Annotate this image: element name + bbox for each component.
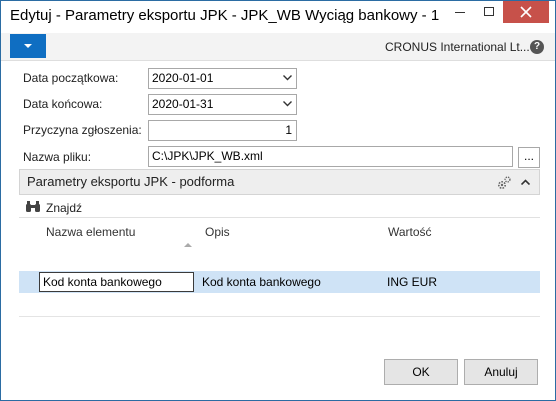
cell-value[interactable]: ING EUR xyxy=(387,275,437,289)
file-name-field[interactable]: C:\JPK\JPK_WB.xml xyxy=(148,146,513,167)
subform-toolbar: Znajdź xyxy=(19,196,540,218)
help-icon[interactable]: ? xyxy=(530,40,544,54)
window-title: Edytuj - Parametry eksportu JPK - JPK_WB… xyxy=(10,7,440,24)
end-date-value: 2020-01-31 xyxy=(152,97,214,111)
cell-element-name[interactable]: Kod konta bankowego xyxy=(39,272,194,292)
cancel-button[interactable]: Anuluj xyxy=(464,359,538,385)
company-name: CRONUS International Lt... xyxy=(385,40,530,54)
end-date-label: Data końcowa: xyxy=(23,97,103,111)
maximize-button[interactable] xyxy=(475,1,503,23)
cell-description[interactable]: Kod konta bankowego xyxy=(202,275,321,289)
find-button[interactable]: Znajdź xyxy=(46,201,82,215)
subform-title: Parametry eksportu JPK - podforma xyxy=(27,174,235,189)
column-header-element-name[interactable]: Nazwa elementu xyxy=(46,225,135,239)
start-date-value: 2020-01-01 xyxy=(152,71,214,85)
ok-button[interactable]: OK xyxy=(384,359,458,385)
reason-label: Przyczyna zgłoszenia: xyxy=(23,123,142,137)
column-header-value[interactable]: Wartość xyxy=(388,225,432,239)
subform-divider xyxy=(19,316,540,317)
column-header-description[interactable]: Opis xyxy=(205,225,230,239)
minimize-icon xyxy=(455,12,465,13)
file-name-label: Nazwa pliku: xyxy=(23,150,92,164)
chevron-down-icon[interactable] xyxy=(283,101,292,107)
file-browse-button[interactable]: ... xyxy=(518,147,540,168)
close-icon xyxy=(520,6,532,18)
actions-menu-button[interactable] xyxy=(10,34,46,58)
close-button[interactable] xyxy=(503,1,549,23)
minimize-button[interactable] xyxy=(445,1,475,23)
start-date-field[interactable]: 2020-01-01 xyxy=(148,68,297,89)
chevron-up-icon[interactable] xyxy=(521,179,530,185)
reason-field[interactable]: 1 xyxy=(148,120,297,141)
ribbon: CRONUS International Lt... ? xyxy=(1,33,555,61)
chevron-down-icon[interactable] xyxy=(283,75,292,81)
binoculars-icon[interactable] xyxy=(25,200,41,213)
title-bar: Edytuj - Parametry eksportu JPK - JPK_WB… xyxy=(1,1,555,33)
start-date-label: Data początkowa: xyxy=(23,71,119,85)
dialog-window: Edytuj - Parametry eksportu JPK - JPK_WB… xyxy=(0,0,556,401)
gear-icon[interactable] xyxy=(496,175,512,191)
export-parameters-subform: Parametry eksportu JPK - podforma Znajdź… xyxy=(19,169,540,319)
maximize-icon xyxy=(484,7,494,16)
sort-ascending-icon xyxy=(184,243,192,247)
subform-header: Parametry eksportu JPK - podforma xyxy=(19,169,540,195)
chevron-down-icon xyxy=(24,44,32,48)
table-row[interactable]: Kod konta bankowego Kod konta bankowego … xyxy=(19,271,540,293)
end-date-field[interactable]: 2020-01-31 xyxy=(148,94,297,115)
